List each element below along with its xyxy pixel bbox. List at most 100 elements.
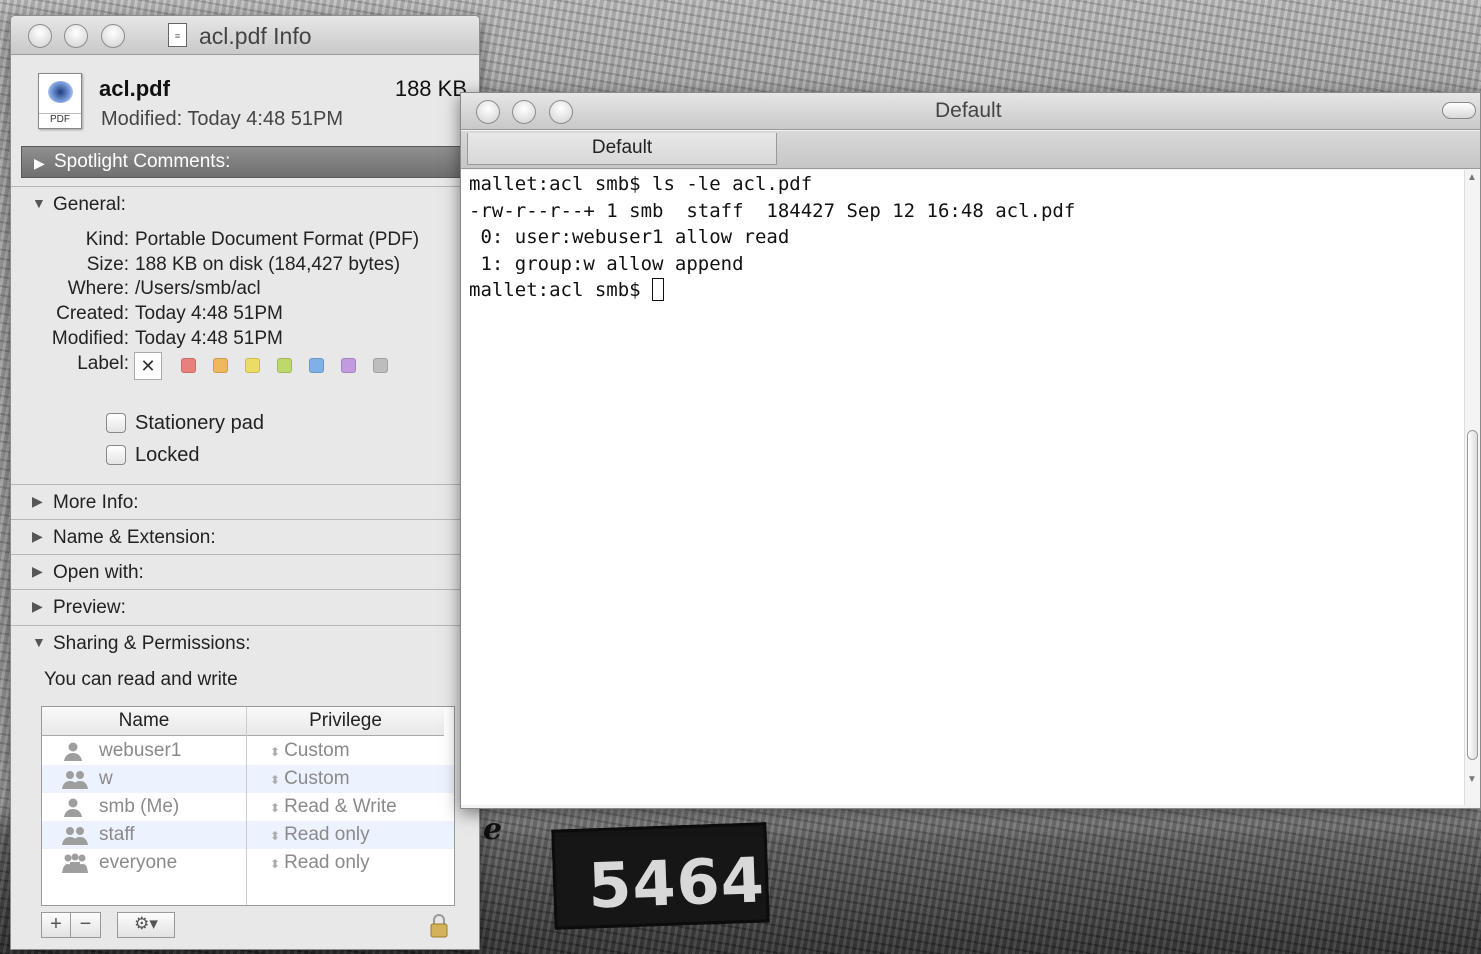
column-header-privilege[interactable]: Privilege — [246, 707, 444, 736]
label-color-swatch[interactable] — [373, 358, 388, 373]
terminal-tab-bar: Default — [461, 131, 1480, 169]
row-name: webuser1 — [99, 740, 182, 761]
label-color-swatch[interactable] — [277, 358, 292, 373]
stationery-pad-checkbox[interactable] — [106, 413, 126, 433]
disclosure-right-icon[interactable]: ▶ — [32, 563, 43, 580]
privilege-popup[interactable]: ⬍ Read only — [270, 852, 370, 874]
where-label: Where: — [67, 278, 129, 299]
disclosure-down-icon[interactable]: ▼ — [32, 634, 46, 650]
toolbar-toggle-button[interactable] — [1442, 102, 1476, 119]
document-icon: ≡ — [168, 23, 187, 47]
close-button[interactable] — [476, 100, 500, 124]
file-name: acl.pdf — [99, 76, 170, 101]
group-icon — [62, 825, 88, 845]
zoom-button[interactable] — [549, 100, 573, 124]
user-icon — [62, 741, 86, 761]
disclosure-right-icon[interactable]: ▶ — [32, 528, 43, 545]
kind-value: Portable Document Format (PDF) — [135, 229, 420, 250]
privilege-value: Read only — [284, 824, 370, 845]
privilege-popup[interactable]: ⬍ Read only — [270, 824, 370, 846]
disclosure-right-icon[interactable]: ▶ — [32, 493, 43, 510]
where-value: /Users/smb/acl — [135, 278, 261, 299]
remove-user-button[interactable]: − — [71, 912, 101, 938]
lock-icon[interactable] — [429, 914, 449, 938]
section-spotlight-comments[interactable]: ▶ Spotlight Comments: — [21, 146, 479, 178]
updown-arrows-icon: ⬍ — [270, 801, 281, 815]
label-color-swatch[interactable] — [309, 358, 324, 373]
file-size: 188 KB — [394, 76, 467, 101]
section-more-info[interactable]: ▶ More Info: — [11, 484, 479, 519]
privilege-popup[interactable]: ⬍ Custom — [270, 768, 350, 790]
scrollbar-thumb[interactable] — [1467, 430, 1478, 760]
minimize-button[interactable] — [64, 24, 88, 48]
scroll-up-arrow-icon[interactable]: ▲ — [1467, 172, 1477, 183]
label-none-button[interactable]: ✕ — [134, 352, 162, 380]
file-modified: Modified: Today 4:48 51PM — [101, 108, 344, 130]
stationery-pad-label: Stationery pad — [135, 412, 264, 434]
info-window: ≡ acl.pdf Info PDF acl.pdf 188 KB Modifi… — [10, 15, 480, 950]
table-row[interactable]: webuser1 ⬍ Custom — [42, 737, 454, 765]
file-header: PDF acl.pdf 188 KB Modified: Today 4:48 … — [11, 56, 479, 144]
background-sign: 5464 — [551, 822, 770, 930]
privilege-popup[interactable]: ⬍ Custom — [270, 740, 350, 762]
text-cursor — [652, 278, 665, 301]
section-name-extension[interactable]: ▶ Name & Extension: — [11, 519, 479, 554]
terminal-title: Default — [935, 99, 1002, 122]
terminal-line: 0: user:webuser1 allow read — [469, 226, 790, 248]
updown-arrows-icon: ⬍ — [270, 857, 281, 871]
modified-label: Modified: — [51, 328, 129, 349]
scroll-down-arrow-icon[interactable]: ▼ — [1467, 774, 1477, 785]
window-title: acl.pdf Info — [199, 23, 312, 49]
created-label: Created: — [56, 303, 129, 324]
minimize-button[interactable] — [512, 100, 536, 124]
updown-arrows-icon: ⬍ — [270, 745, 281, 759]
label-color-swatch[interactable] — [245, 358, 260, 373]
terminal-prompt: mallet:acl smb$ — [469, 279, 653, 301]
group-icon — [62, 769, 88, 789]
user-icon — [62, 797, 86, 817]
terminal-line: mallet:acl smb$ ls -le acl.pdf — [469, 173, 813, 195]
disclosure-right-icon[interactable]: ▶ — [34, 155, 45, 172]
table-row[interactable]: w ⬍ Custom — [42, 765, 454, 793]
terminal-output[interactable]: mallet:acl smb$ ls -le acl.pdf -rw-r--r--… — [461, 170, 1466, 805]
table-row[interactable]: staff ⬍ Read only — [42, 821, 454, 849]
info-titlebar[interactable]: ≡ acl.pdf Info — [11, 16, 479, 55]
section-open-with[interactable]: ▶ Open with: — [11, 554, 479, 589]
row-name: smb (Me) — [99, 796, 180, 817]
row-name: everyone — [99, 852, 178, 873]
privilege-value: Read & Write — [284, 796, 397, 817]
everyone-icon — [62, 853, 88, 873]
column-header-name[interactable]: Name — [42, 707, 246, 736]
kind-label: Kind: — [85, 229, 129, 250]
terminal-window: Default Default mallet:acl smb$ ls -le a… — [460, 92, 1481, 809]
terminal-prompt-line: mallet:acl smb$ — [469, 277, 1466, 304]
locked-checkbox[interactable] — [106, 445, 126, 465]
privilege-value: Read only — [284, 852, 370, 873]
vertical-scrollbar[interactable]: ▲ ▼ — [1464, 170, 1480, 805]
terminal-line: 1: group:w allow append — [469, 252, 744, 275]
zoom-button[interactable] — [101, 24, 125, 48]
terminal-titlebar[interactable]: Default — [461, 93, 1480, 130]
action-menu-button[interactable]: ⚙▾ — [117, 912, 175, 938]
close-button[interactable] — [28, 24, 52, 48]
terminal-line: -rw-r--r--+ 1 smb staff 184427 Sep 12 16… — [469, 199, 1076, 222]
section-preview[interactable]: ▶ Preview: — [11, 589, 479, 624]
updown-arrows-icon: ⬍ — [270, 773, 281, 787]
updown-arrows-icon: ⬍ — [270, 829, 281, 843]
table-row[interactable]: everyone ⬍ Read only — [42, 849, 454, 877]
created-value: Today 4:48 51PM — [135, 303, 283, 324]
privilege-value: Custom — [284, 740, 350, 761]
label-color-swatch[interactable] — [341, 358, 356, 373]
disclosure-right-icon[interactable]: ▶ — [32, 598, 43, 615]
pdf-file-icon: PDF — [38, 73, 82, 129]
table-row[interactable]: smb (Me) ⬍ Read & Write — [42, 793, 454, 821]
label-color-swatch[interactable] — [213, 358, 228, 373]
label-color-swatch[interactable] — [181, 358, 196, 373]
section-sharing-permissions[interactable]: ▼ Sharing & Permissions: — [11, 625, 479, 660]
section-general[interactable]: ▼ General: — [11, 186, 479, 221]
privilege-popup[interactable]: ⬍ Read & Write — [270, 796, 397, 818]
disclosure-down-icon[interactable]: ▼ — [32, 195, 46, 211]
privilege-value: Custom — [284, 768, 350, 789]
add-user-button[interactable]: + — [41, 912, 71, 938]
tab-default[interactable]: Default — [467, 133, 777, 165]
